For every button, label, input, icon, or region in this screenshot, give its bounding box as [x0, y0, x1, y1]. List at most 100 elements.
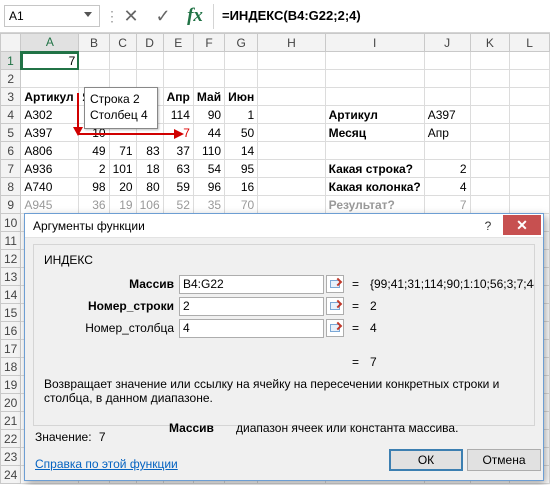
- cell[interactable]: 101: [108, 159, 137, 178]
- cell[interactable]: 96: [192, 177, 226, 196]
- cell[interactable]: A740: [20, 177, 80, 196]
- row-header[interactable]: 2: [0, 69, 22, 88]
- cell[interactable]: [135, 69, 164, 88]
- cell[interactable]: 7: [162, 123, 194, 142]
- cell[interactable]: [108, 69, 137, 88]
- cell[interactable]: 49: [78, 141, 110, 160]
- cell[interactable]: [192, 69, 226, 88]
- row-header[interactable]: 6: [0, 141, 22, 160]
- row-header[interactable]: 16: [0, 321, 22, 340]
- cell[interactable]: [135, 51, 164, 70]
- dialog-titlebar[interactable]: Аргументы функции ? ✕: [25, 214, 543, 238]
- column-header[interactable]: A: [20, 33, 80, 53]
- cell[interactable]: [469, 87, 511, 106]
- row-header[interactable]: 23: [0, 447, 22, 466]
- cell[interactable]: [509, 195, 550, 214]
- collapse-dialog-icon[interactable]: [326, 319, 344, 337]
- cell[interactable]: 4: [423, 177, 471, 196]
- cell[interactable]: [469, 141, 511, 160]
- cell[interactable]: 110: [192, 141, 226, 160]
- row-header[interactable]: 9: [0, 195, 22, 214]
- column-header[interactable]: E: [162, 33, 194, 52]
- cell[interactable]: [469, 177, 511, 196]
- cell[interactable]: [78, 69, 110, 88]
- cell[interactable]: 2: [423, 159, 471, 178]
- cell[interactable]: [257, 195, 326, 214]
- cell[interactable]: 7: [423, 195, 471, 214]
- cell[interactable]: [257, 105, 326, 124]
- cell[interactable]: [257, 51, 326, 70]
- cell[interactable]: Артикул: [20, 87, 80, 106]
- cell[interactable]: [469, 123, 511, 142]
- cell[interactable]: 71: [108, 141, 137, 160]
- column-header[interactable]: B: [78, 33, 110, 52]
- cell[interactable]: [469, 105, 511, 124]
- cell[interactable]: [509, 159, 550, 178]
- cell[interactable]: A302: [20, 105, 80, 124]
- cell[interactable]: A806: [20, 141, 80, 160]
- cell[interactable]: [423, 69, 471, 88]
- row-header[interactable]: 11: [0, 231, 22, 250]
- cell[interactable]: [509, 69, 550, 88]
- column-header[interactable]: C: [108, 33, 137, 52]
- cell[interactable]: [324, 51, 425, 70]
- cell[interactable]: 95: [224, 159, 259, 178]
- array-input[interactable]: B4:G22: [179, 275, 324, 294]
- chevron-down-icon[interactable]: [84, 12, 92, 17]
- cell[interactable]: [509, 105, 550, 124]
- cell[interactable]: 114: [162, 105, 194, 124]
- cell[interactable]: Артикул: [324, 105, 425, 124]
- row-header[interactable]: 10: [0, 213, 22, 232]
- cell[interactable]: [162, 51, 194, 70]
- enter-formula-icon[interactable]: ✓: [150, 4, 176, 28]
- cell[interactable]: [469, 159, 511, 178]
- help-link[interactable]: Справка по этой функции: [35, 457, 178, 471]
- row-header[interactable]: 7: [0, 159, 22, 178]
- cell[interactable]: A397: [423, 105, 471, 124]
- row-header[interactable]: 21: [0, 411, 22, 430]
- drag-handle-icon[interactable]: ⋮: [105, 8, 119, 25]
- cell[interactable]: [509, 123, 550, 142]
- cell[interactable]: 54: [192, 159, 226, 178]
- cell[interactable]: Какая строка?: [324, 159, 425, 178]
- cell[interactable]: [509, 141, 550, 160]
- cancel-button[interactable]: Отмена: [467, 449, 541, 471]
- cell[interactable]: [257, 123, 326, 142]
- cell[interactable]: 98: [78, 177, 110, 196]
- cell[interactable]: [257, 87, 326, 106]
- cell[interactable]: 2: [78, 159, 110, 178]
- column-header[interactable]: G: [224, 33, 259, 52]
- cell[interactable]: 7: [20, 51, 80, 70]
- cell[interactable]: [224, 69, 259, 88]
- row-num-input[interactable]: 2: [179, 297, 324, 316]
- collapse-dialog-icon[interactable]: [326, 275, 344, 293]
- row-header[interactable]: 15: [0, 303, 22, 322]
- cell[interactable]: 16: [224, 177, 259, 196]
- cell[interactable]: 37: [162, 141, 194, 160]
- cancel-formula-icon[interactable]: ✕: [118, 4, 144, 28]
- row-header[interactable]: 5: [0, 123, 22, 142]
- cell[interactable]: 83: [135, 141, 164, 160]
- cell[interactable]: [423, 141, 471, 160]
- cell[interactable]: [20, 69, 80, 88]
- cell[interactable]: 52: [162, 195, 194, 214]
- cell[interactable]: [324, 69, 425, 88]
- cell[interactable]: [257, 69, 326, 88]
- cell[interactable]: Апр: [162, 87, 194, 106]
- column-header[interactable]: F: [192, 33, 226, 52]
- row-header[interactable]: 8: [0, 177, 22, 196]
- cell[interactable]: A397: [20, 123, 80, 142]
- cell[interactable]: 50: [224, 123, 259, 142]
- cell[interactable]: 80: [135, 177, 164, 196]
- cell[interactable]: [509, 177, 550, 196]
- row-header[interactable]: 17: [0, 339, 22, 358]
- cell[interactable]: [324, 87, 425, 106]
- cell[interactable]: [78, 51, 110, 70]
- cell[interactable]: [509, 51, 550, 70]
- insert-function-icon[interactable]: fx: [182, 4, 208, 28]
- cell[interactable]: 36: [78, 195, 110, 214]
- row-header[interactable]: 24: [0, 465, 22, 484]
- cell[interactable]: [509, 87, 550, 106]
- cell[interactable]: A945: [20, 195, 80, 214]
- cell[interactable]: Апр: [423, 123, 471, 142]
